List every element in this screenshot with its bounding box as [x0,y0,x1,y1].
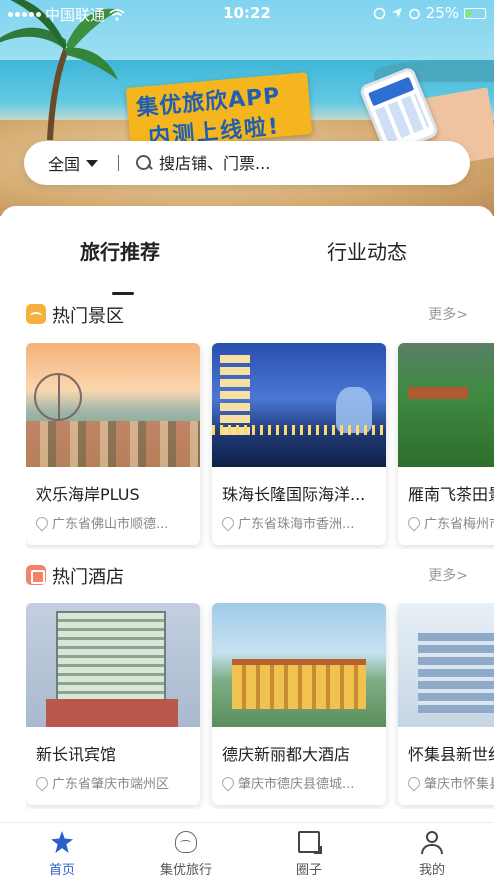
nav-travel[interactable]: 集优旅行 [141,829,231,879]
search-divider [118,155,120,171]
location-pin-icon [408,774,423,791]
hotel-name: 新长讯宾馆 [36,745,117,764]
hotel-card[interactable]: 德庆新丽都大酒店 肇庆市德庆县德城... [212,603,386,805]
scenic-photo [398,343,494,467]
hero-banner[interactable]: 集优旅欣APP 内测上线啦! 中国联通 10:22 25% 全国 [0,0,494,216]
scenic-location: 广东省佛山市顺德... [36,513,192,532]
more-link[interactable]: 更多> [428,565,468,585]
section-header-hotel: 热门酒店 更多> [0,563,494,589]
main-content: 旅行推荐 行业动态 热门景区 更多> 欢乐海岸PLUS 广东省佛山市顺德... … [0,206,494,822]
search-icon [135,154,153,172]
bottom-nav: 首页 集优旅行 圈子 我的 [0,822,494,880]
location-arrow-icon [391,8,402,18]
status-bar: 中国联通 10:22 25% [0,0,494,26]
scenic-name: 欢乐海岸PLUS [36,485,140,504]
more-link[interactable]: 更多> [428,304,468,324]
home-star-icon [51,831,73,853]
hotel-photo [212,603,386,727]
location-pin-icon [36,774,51,791]
section-title: 热门景区 [52,306,124,327]
tab-travel-recommend[interactable]: 旅行推荐 [80,236,160,265]
location-pin-icon [222,514,237,531]
location-pin-icon [222,774,237,791]
status-right: 25% [373,4,486,22]
scenic-card[interactable]: 珠海长隆国际海洋... 广东省珠海市香洲... [212,343,386,545]
battery-percent: 25% [425,4,459,22]
scenic-icon [26,304,46,324]
scenic-location: 广东省珠海市香洲... [222,513,378,532]
nav-label: 集优旅行 [159,863,212,878]
hotel-icon [26,565,46,585]
user-icon [426,831,438,843]
scenic-photo [26,343,200,467]
battery-icon [464,7,486,19]
scenic-card-list[interactable]: 欢乐海岸PLUS 广东省佛山市顺德... 珠海长隆国际海洋... 广东省珠海市香… [26,343,494,549]
scenic-card[interactable]: 雁南飞茶田景区 广东省梅州市梅县区 [398,343,494,545]
hotel-card-list[interactable]: 新长讯宾馆 广东省肇庆市端州区 德庆新丽都大酒店 肇庆市德庆县德城... 怀集县… [26,603,494,809]
hotel-location: 广东省肇庆市端州区 [36,773,192,792]
hotel-photo [26,603,200,727]
region-selector[interactable]: 全国 [24,151,99,175]
location-pin-icon [408,514,423,531]
alarm-icon [408,8,420,19]
hotel-card[interactable]: 怀集县新世纪酒店 肇庆市怀集县怀城 [398,603,494,805]
hotel-name: 怀集县新世纪酒店 [408,745,494,764]
chat-icon [298,831,322,854]
nav-label: 我的 [418,863,445,878]
hotel-location: 肇庆市德庆县德城... [222,773,378,792]
scenic-location: 广东省梅州市梅县区 [408,513,494,532]
scenic-name: 雁南飞茶田景区 [408,485,494,504]
nav-mine[interactable]: 我的 [387,829,477,879]
user-icon-body [421,844,443,854]
section-title: 热门酒店 [52,567,124,588]
search-bar[interactable]: 全国 [24,141,470,185]
mascot-icon [175,831,197,853]
hotel-name: 德庆新丽都大酒店 [222,745,351,764]
hotel-location: 肇庆市怀集县怀城 [408,773,494,792]
tab-industry-news[interactable]: 行业动态 [327,236,407,265]
hotel-photo [398,603,494,727]
search-input[interactable] [159,153,420,173]
tab-indicator [112,292,134,295]
tab-bar: 旅行推荐 行业动态 [0,228,494,295]
location-pin-icon [36,514,51,531]
nav-label: 圈子 [295,863,322,878]
region-label: 全国 [48,155,81,174]
scenic-photo [212,343,386,467]
lock-rotation-icon [373,7,385,19]
hotel-card[interactable]: 新长讯宾馆 广东省肇庆市端州区 [26,603,200,805]
scenic-name: 珠海长隆国际海洋... [222,485,366,504]
caret-down-icon [86,159,99,167]
nav-home[interactable]: 首页 [17,829,107,879]
section-header-scenic: 热门景区 更多> [0,302,494,328]
nav-circle[interactable]: 圈子 [264,829,354,879]
scenic-card[interactable]: 欢乐海岸PLUS 广东省佛山市顺德... [26,343,200,545]
nav-label: 首页 [48,863,75,878]
